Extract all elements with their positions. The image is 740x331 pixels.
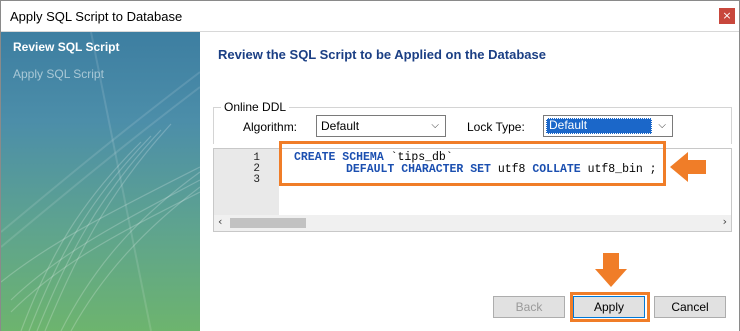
back-button-label: Back: [515, 300, 543, 314]
step-apply-sql-script: Apply SQL Script: [13, 67, 104, 81]
wizard-sidebar: Review SQL Script Apply SQL Script: [1, 32, 200, 331]
chevron-right-icon[interactable]: ›: [723, 215, 727, 228]
algorithm-label: Algorithm:: [243, 120, 298, 134]
lock-type-label: Lock Type:: [467, 120, 525, 134]
main-panel: Review the SQL Script to be Applied on t…: [200, 32, 739, 331]
close-icon[interactable]: ×: [719, 8, 735, 24]
lock-type-value: Default: [549, 118, 588, 132]
dialog-window: Apply SQL Script to Database × Review SQ…: [0, 0, 740, 331]
cancel-button-label: Cancel: [671, 300, 709, 314]
code-highlight-box: [279, 141, 666, 186]
page-title: Review the SQL Script to be Applied on t…: [218, 47, 546, 62]
line-number-gutter: 1 2 3: [214, 149, 279, 215]
line-number: 3: [253, 174, 260, 186]
window-title: Apply SQL Script to Database: [10, 9, 183, 24]
apply-button-label: Apply: [593, 300, 625, 314]
cancel-button[interactable]: Cancel: [654, 296, 726, 318]
chevron-down-icon: ⌵: [431, 120, 439, 131]
lock-type-select[interactable]: Default ⌵: [543, 115, 673, 137]
title-bar: Apply SQL Script to Database ×: [1, 1, 739, 32]
scrollbar-thumb[interactable]: [230, 218, 306, 228]
horizontal-scrollbar[interactable]: ‹ ›: [214, 215, 731, 231]
algorithm-value: Default: [321, 119, 360, 133]
step-review-sql-script: Review SQL Script: [13, 40, 120, 54]
chevron-down-icon: ⌵: [658, 120, 666, 131]
back-button[interactable]: Back: [493, 296, 565, 318]
orange-arrow-left-icon: [670, 152, 706, 182]
chevron-left-icon[interactable]: ‹: [218, 215, 222, 228]
online-ddl-legend: Online DDL: [221, 100, 290, 114]
algorithm-select[interactable]: Default ⌵: [316, 115, 446, 137]
orange-arrow-down-icon: [595, 253, 627, 287]
apply-button[interactable]: Apply: [573, 296, 645, 318]
